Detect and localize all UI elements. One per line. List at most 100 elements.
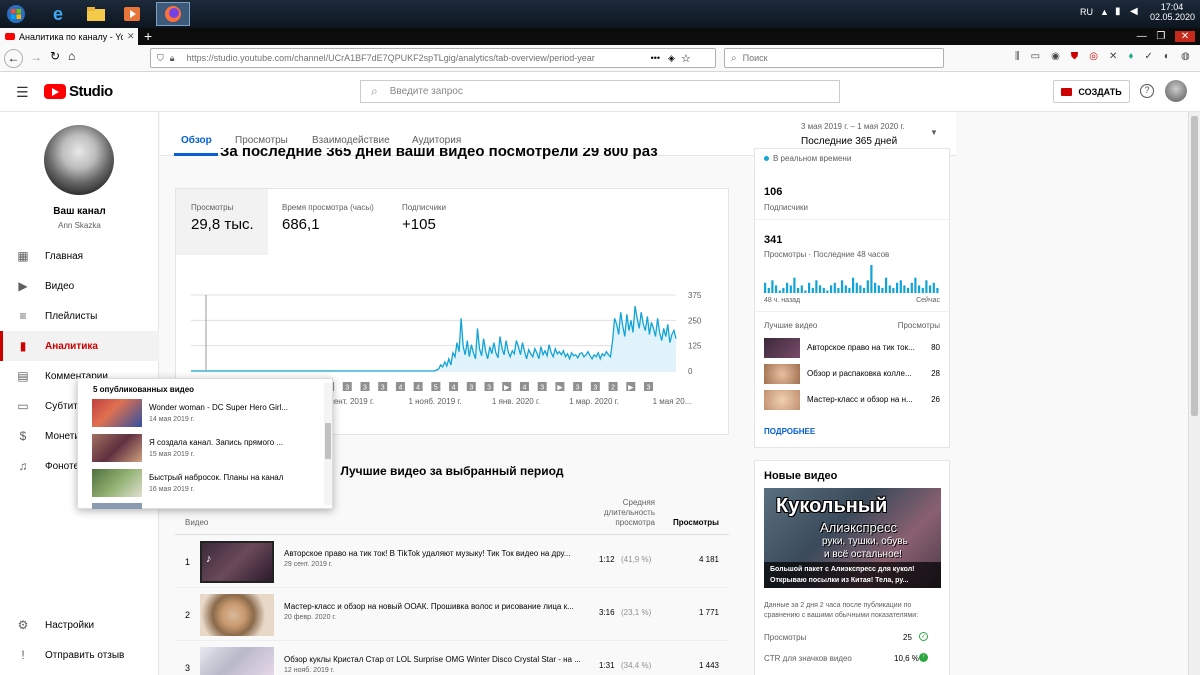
tab-engagement[interactable]: Взаимодействие — [312, 135, 390, 146]
publish-marker[interactable]: 3 — [360, 382, 370, 392]
sidebar-toggle-icon[interactable]: ▭ — [1031, 51, 1040, 62]
video-thumbnail[interactable] — [200, 647, 274, 675]
windows-start-icon[interactable] — [2, 2, 30, 26]
table-row[interactable]: 1 ♪ Авторское право на тик ток! В TikTok… — [175, 536, 729, 588]
tray-arrow-icon[interactable]: ▲ — [1100, 7, 1109, 17]
help-icon[interactable]: ? — [1140, 84, 1154, 98]
sidebar-item-videos[interactable]: ▶ Видео — [0, 271, 159, 301]
tab-audience[interactable]: Аудитория — [412, 135, 461, 146]
column-views-header[interactable]: Просмотры — [665, 518, 719, 527]
publish-marker[interactable]: 3 — [484, 382, 494, 392]
page-scrollbar-thumb[interactable] — [1191, 116, 1198, 416]
publish-marker[interactable]: 3 — [466, 382, 476, 392]
realtime-sparkline[interactable] — [764, 263, 940, 293]
popup-item[interactable]: Wonder woman - DC Super Hero Girl... 14 … — [92, 399, 322, 429]
sidebar-item-dashboard[interactable]: ▦ Главная — [0, 241, 159, 271]
page-scrollbar[interactable] — [1188, 112, 1200, 675]
browser-tab-active[interactable]: Аналитика по каналу - YouTu ✕ — [0, 28, 138, 45]
publish-marker[interactable]: 3 — [342, 382, 352, 392]
publish-marker[interactable]: ▶ — [626, 382, 636, 392]
home-icon[interactable]: ⌂ — [68, 49, 75, 63]
url-text[interactable]: https://studio.youtube.com/channel/UCrA1… — [187, 53, 647, 63]
period-range[interactable]: 3 мая 2019 г. – 1 мая 2020 г. — [801, 122, 905, 131]
media-player-icon[interactable] — [118, 2, 146, 26]
popup-item[interactable]: Я создала канал. Запись прямого ... 15 м… — [92, 434, 322, 464]
extension-3-icon[interactable]: ◐ — [1164, 51, 1170, 62]
studio-logo[interactable]: Studio — [44, 83, 113, 100]
publish-marker[interactable]: 4 — [449, 382, 459, 392]
channel-avatar[interactable] — [44, 125, 114, 195]
volume-icon[interactable]: ◀ — [1130, 6, 1138, 17]
lock-icon[interactable]: 🔒︎ — [170, 53, 175, 64]
popup-scrollbar[interactable] — [324, 383, 332, 505]
metric-tab-watch-time[interactable]: Время просмотра (часы) 686,1 — [268, 189, 388, 255]
extension-icon[interactable]: ♦ — [1128, 51, 1133, 62]
file-explorer-icon[interactable] — [82, 2, 110, 26]
bookmark-star-icon[interactable]: ☆ — [681, 52, 691, 65]
account-avatar[interactable] — [1165, 80, 1187, 102]
sidebar-item-settings[interactable]: ⚙ Настройки — [0, 610, 159, 640]
extension-2-icon[interactable]: ✓ — [1145, 51, 1153, 62]
new-tab-icon[interactable]: + — [144, 28, 152, 45]
create-button[interactable]: СОЗДАТЬ — [1053, 80, 1130, 103]
opera-icon[interactable]: ◎ — [1089, 51, 1098, 62]
tab-overview[interactable]: Обзор — [181, 135, 212, 146]
realtime-top-item[interactable]: Авторское право на тик ток... 80 — [764, 337, 942, 359]
period-dropdown-icon[interactable]: ▼ — [930, 128, 938, 137]
publish-marker[interactable]: 4 — [519, 382, 529, 392]
popup-scrollbar-thumb[interactable] — [325, 423, 331, 459]
column-avg-duration-header[interactable]: Средняя длительность просмотра — [595, 498, 655, 528]
period-label[interactable]: Последние 365 дней — [801, 136, 897, 147]
shield-icon[interactable]: ⛉ — [157, 53, 164, 64]
clock[interactable]: 17:04 02.05.2020 — [1150, 2, 1195, 22]
publish-marker[interactable]: 5 — [431, 382, 441, 392]
publish-marker[interactable]: 3 — [573, 382, 583, 392]
table-row[interactable]: 2 Мастер-класс и обзор на новый ООАК. Пр… — [175, 589, 729, 641]
video-thumbnail[interactable] — [200, 594, 274, 636]
translate-icon[interactable]: ✕ — [1109, 51, 1117, 62]
video-thumbnail[interactable]: ♪ — [200, 541, 274, 583]
publish-marker[interactable]: 3 — [537, 382, 547, 392]
browser-search-box[interactable]: ⌕ Поиск — [724, 48, 944, 68]
publish-marker[interactable]: 3 — [590, 382, 600, 392]
network-icon[interactable]: ▮ — [1115, 6, 1121, 17]
hamburger-menu-icon[interactable]: ☰ — [16, 84, 29, 101]
realtime-top-item[interactable]: Мастер-класс и обзор на н... 26 — [764, 389, 942, 411]
sidebar-item-analytics[interactable]: ▮ Аналитика — [0, 331, 159, 361]
row-title[interactable]: Авторское право на тик ток! В TikTok уда… — [284, 549, 570, 558]
back-icon[interactable]: ← — [4, 49, 23, 68]
minimize-icon[interactable]: — — [1137, 31, 1147, 42]
popup-item[interactable]: Быстрый набросок. Планы на канал 16 мая … — [92, 469, 322, 499]
maximize-icon[interactable]: ❐ — [1156, 31, 1165, 42]
firefox-taskbar-icon[interactable] — [156, 2, 190, 26]
sidebar-item-playlists[interactable]: ≡ Плейлисты — [0, 301, 159, 331]
internet-explorer-icon[interactable]: e — [44, 2, 72, 26]
publish-marker[interactable]: 3 — [644, 382, 653, 392]
page-actions-icon[interactable]: ••• — [651, 53, 660, 63]
studio-search-bar[interactable]: ⌕ Введите запрос — [360, 80, 840, 103]
publish-marker[interactable]: 2 — [608, 382, 618, 392]
new-video-thumbnail[interactable]: Кукольный Алиэкспресс руки, тушки, обувь… — [764, 488, 941, 588]
ublock-icon[interactable]: ⛊ — [1071, 51, 1079, 62]
window-close-icon[interactable]: ✕ — [1174, 31, 1196, 42]
metric-tab-subscribers[interactable]: Подписчики +105 — [388, 189, 498, 255]
close-tab-icon[interactable]: ✕ — [127, 31, 135, 42]
sidebar-item-feedback[interactable]: ! Отправить отзыв — [0, 640, 159, 670]
metric-tab-views[interactable]: Просмотры 29,8 тыс. — [176, 189, 268, 255]
row-title[interactable]: Мастер-класс и обзор на новый ООАК. Прош… — [284, 602, 574, 611]
forward-icon[interactable]: → — [30, 50, 42, 64]
realtime-more-link[interactable]: ПОДРОБНЕЕ — [764, 427, 815, 436]
extension-4-icon[interactable]: ◍ — [1181, 51, 1190, 62]
publish-marker[interactable]: 3 — [378, 382, 388, 392]
publish-marker[interactable]: ▶ — [502, 382, 512, 392]
row-title[interactable]: Обзор куклы Кристал Стар от LOL Surprise… — [284, 655, 581, 664]
tab-views[interactable]: Просмотры — [235, 135, 288, 146]
table-row[interactable]: 3 Обзор куклы Кристал Стар от LOL Surpri… — [175, 642, 729, 675]
realtime-top-item[interactable]: Обзор и распаковка колле... 28 — [764, 363, 942, 385]
account-icon[interactable]: ◉ — [1051, 51, 1060, 62]
publish-marker[interactable]: 4 — [395, 382, 405, 392]
publish-marker[interactable]: 4 — [413, 382, 423, 392]
language-indicator[interactable]: RU — [1080, 7, 1093, 17]
library-icon[interactable]: ⫼ — [1015, 51, 1020, 62]
pocket-icon[interactable]: ◈ — [668, 53, 675, 64]
